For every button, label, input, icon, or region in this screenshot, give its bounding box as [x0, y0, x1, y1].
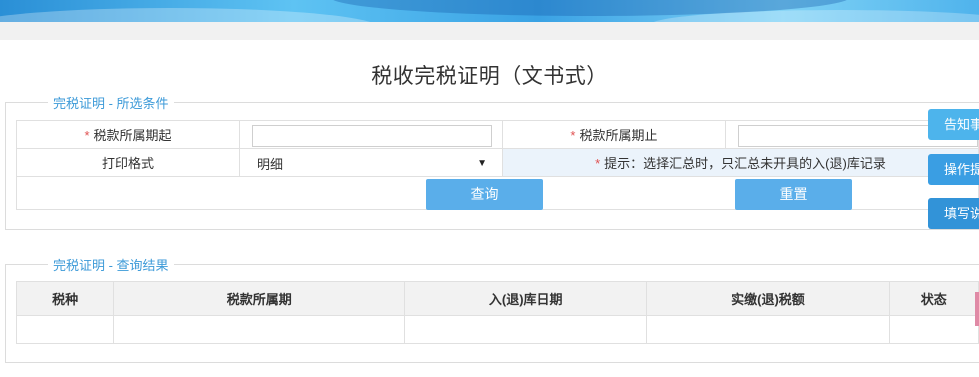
fill-instructions-button[interactable]: 填写说: [928, 198, 979, 229]
header-banner: [0, 0, 979, 22]
column-header-amount: 实缴(退)税额: [646, 281, 890, 316]
column-header-date: 入(退)库日期: [404, 281, 648, 316]
operation-tips-button[interactable]: 操作提: [928, 154, 979, 185]
print-format-select[interactable]: 明细 ▼: [252, 153, 492, 175]
reset-button[interactable]: 重置: [735, 179, 852, 210]
notice-button[interactable]: 告知事: [928, 109, 979, 140]
table-cell: [15, 315, 115, 344]
column-header-tax-type: 税种: [15, 281, 115, 316]
results-header-row: 税种 税款所属期 入(退)库日期 实缴(退)税额 状态: [15, 281, 979, 316]
table-cell: [404, 315, 648, 344]
page-title: 税收完税证明（文书式）: [371, 65, 608, 88]
conditions-legend: 完税证明 - 所选条件: [53, 96, 169, 111]
summary-hint: * 提示：选择汇总时，只汇总未开具的入(退)库记录: [501, 148, 979, 177]
dropdown-arrow-icon: ▼: [477, 158, 488, 169]
print-format-value: 明细: [257, 157, 284, 172]
table-cell: [113, 315, 406, 344]
table-row: [15, 315, 979, 344]
query-button[interactable]: 查询: [426, 179, 543, 210]
results-legend: 完税证明 - 查询结果: [53, 258, 169, 273]
period-start-input[interactable]: [252, 124, 493, 147]
period-end-label: * 税款所属期止: [501, 120, 726, 149]
table-cell: [646, 315, 890, 344]
print-format-label: 打印格式: [15, 148, 241, 177]
table-cell: [888, 315, 979, 344]
edge-marker: [975, 292, 979, 326]
results-table: 税种 税款所属期 入(退)库日期 实缴(退)税额 状态: [15, 281, 979, 344]
header-separator: [0, 22, 979, 40]
column-header-status: 状态: [888, 281, 979, 316]
column-header-period: 税款所属期: [113, 281, 406, 316]
period-start-label: * 税款所属期起: [15, 120, 241, 149]
